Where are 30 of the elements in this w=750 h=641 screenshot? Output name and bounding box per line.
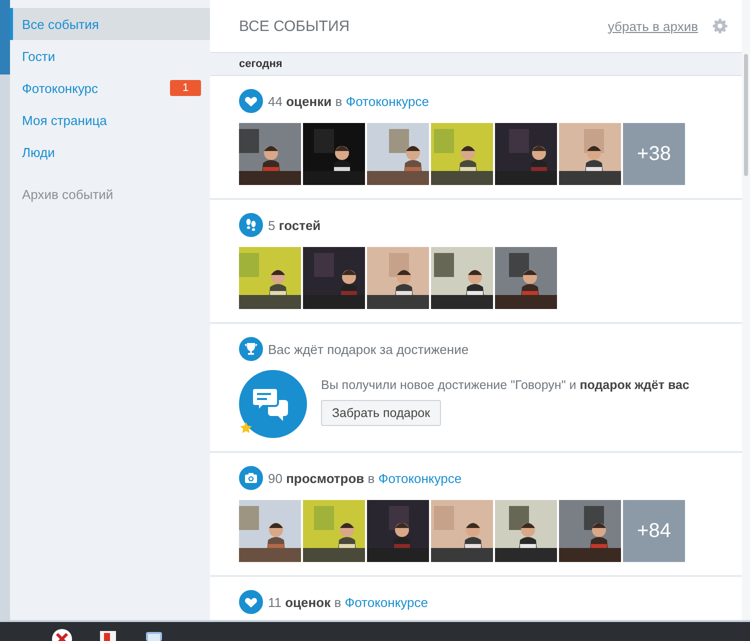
chat-bubbles-icon bbox=[239, 370, 307, 438]
more-photos-tile[interactable]: +84 bbox=[623, 500, 685, 562]
footprints-icon bbox=[239, 213, 263, 237]
window-icon[interactable] bbox=[144, 629, 164, 641]
sidebar-item[interactable]: Фотоконкурс 1 bbox=[10, 72, 210, 104]
archive-action-link[interactable]: убрать в архив bbox=[608, 18, 698, 34]
sidebar-item[interactable]: Люди bbox=[10, 136, 210, 168]
count-badge: 1 bbox=[170, 80, 201, 96]
scrollbar-thumb[interactable] bbox=[744, 54, 748, 176]
event-title: 90 просмотров в Фотоконкурсе bbox=[268, 470, 462, 486]
document-icon[interactable] bbox=[98, 629, 118, 641]
sidebar-item[interactable]: Гости bbox=[10, 40, 210, 72]
archive-link[interactable]: Архив событий bbox=[10, 178, 210, 210]
event-title: 44 оценки в Фотоконкурсе bbox=[268, 94, 429, 108]
claim-gift-button[interactable]: Забрать подарок bbox=[321, 400, 442, 426]
event-title: 11 оценок в Фотоконкурсе bbox=[268, 594, 428, 610]
more-photos-tile[interactable]: +38 bbox=[623, 123, 685, 185]
trophy-icon bbox=[239, 337, 263, 361]
sidebar-item[interactable]: Все события bbox=[10, 8, 210, 40]
page-title: ВСЕ СОБЫТИЯ bbox=[239, 18, 350, 34]
sidebar-item[interactable]: Моя страница bbox=[10, 104, 210, 136]
cross-icon[interactable] bbox=[52, 629, 72, 641]
photo-contest-link[interactable]: Фотоконкурсе bbox=[346, 94, 429, 108]
event-title: Вас ждёт подарок за достижение bbox=[268, 342, 469, 356]
photo-contest-link[interactable]: Фотоконкурсе bbox=[378, 470, 462, 486]
achievement-message: Вы получили новое достижение "Говорун" и подарок ждёт вас bbox=[321, 378, 690, 392]
event-title: 5 гостей bbox=[268, 218, 321, 232]
date-header: сегодня bbox=[210, 52, 742, 76]
photo-contest-link[interactable]: Фотоконкурсе bbox=[344, 594, 428, 610]
camera-icon bbox=[239, 466, 263, 490]
